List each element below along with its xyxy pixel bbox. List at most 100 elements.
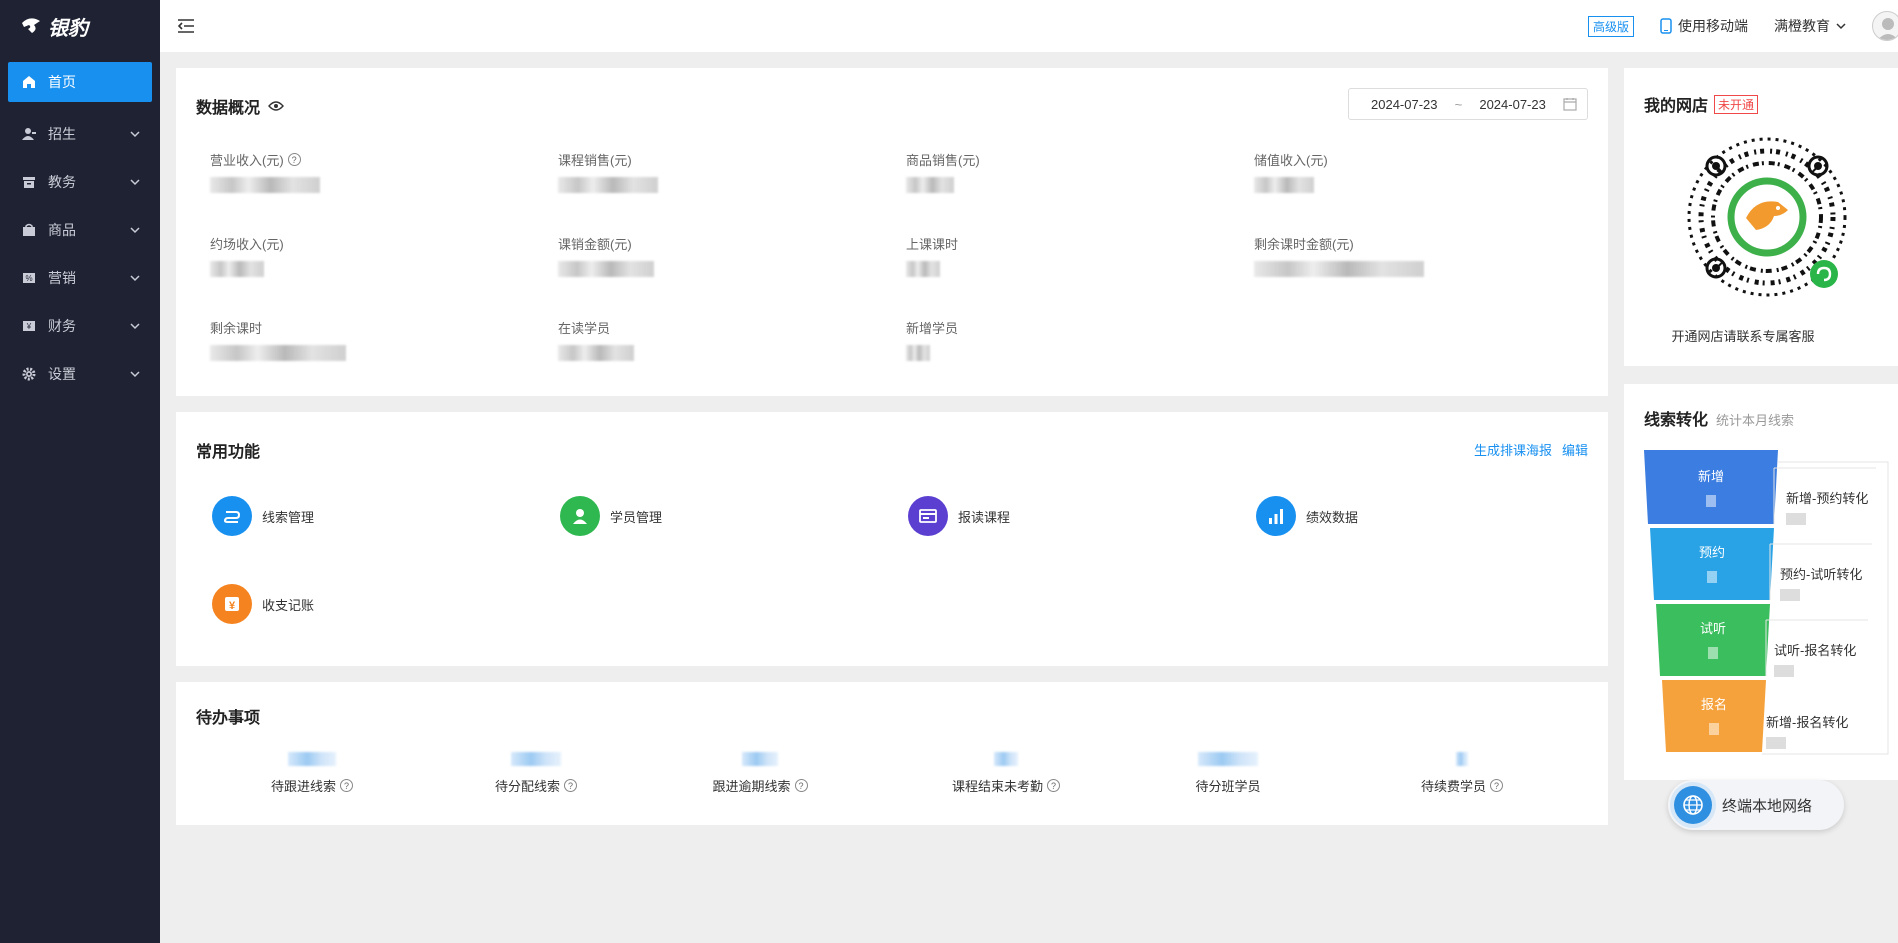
- sidebar-item-settings[interactable]: 设置: [0, 350, 160, 398]
- sidebar-item-label: 设置: [48, 366, 76, 382]
- stat-value: [210, 177, 510, 195]
- todo-count: [446, 752, 626, 772]
- svg-text:¥: ¥: [229, 600, 236, 612]
- todo-title: 待办事项: [196, 710, 261, 727]
- sidebar-item-academic[interactable]: 教务: [0, 158, 160, 206]
- chevron-down-icon: [130, 131, 140, 138]
- stat-value: [906, 345, 1206, 363]
- func-label: 线索管理: [262, 509, 315, 525]
- stat-label: 课销金额(元): [558, 237, 632, 252]
- date-start: 2024-07-23: [1371, 96, 1438, 112]
- ticket-icon: %: [22, 271, 36, 285]
- funnel-stage-enrolled-label: 报名: [1662, 694, 1766, 735]
- conversion-label: 新增-预约转化: [1786, 491, 1869, 506]
- todo-label: 待续费学员: [1420, 779, 1486, 794]
- sidebar-item-finance[interactable]: ¥ 财务: [0, 302, 160, 350]
- shop-status-badge: 未开通: [1714, 94, 1759, 114]
- todo-label: 跟进逾期线索: [712, 779, 791, 794]
- stat-label: 新增学员: [906, 321, 959, 336]
- local-network-button[interactable]: 终端本地网络: [1668, 780, 1844, 830]
- help-icon[interactable]: ?: [564, 779, 577, 792]
- generate-poster-link[interactable]: 生成排课海报: [1474, 440, 1552, 459]
- sidebar-item-label: 财务: [48, 318, 76, 334]
- globe-icon: [1674, 786, 1712, 824]
- stat-label: 剩余课时金额(元): [1254, 237, 1354, 252]
- overview-title: 数据概况: [196, 94, 284, 118]
- finance-icon: ¥: [22, 319, 36, 333]
- help-icon[interactable]: ?: [287, 153, 301, 166]
- func-enroll-course[interactable]: 报读课程: [908, 496, 1010, 536]
- stat-value: [906, 261, 1206, 279]
- sidebar-item-marketing[interactable]: % 营销: [0, 254, 160, 302]
- func-label: 学员管理: [610, 509, 663, 525]
- conversion-label: 新增-报名转化: [1766, 715, 1849, 730]
- chevron-down-icon: [130, 227, 140, 234]
- todo-follow-up-leads[interactable]: 待跟进线索?: [222, 752, 402, 795]
- date-range-picker[interactable]: 2024-07-23 ~ 2024-07-23: [1348, 88, 1588, 120]
- func-performance-data[interactable]: 绩效数据: [1256, 496, 1358, 536]
- help-icon[interactable]: ?: [1047, 779, 1060, 792]
- sidebar-item-home[interactable]: 首页: [8, 62, 152, 102]
- func-income-expense[interactable]: ¥ 收支记账: [212, 584, 314, 624]
- todo-label: 待跟进线索: [270, 779, 336, 794]
- shop-title: 我的网店 未开通: [1644, 92, 1759, 116]
- common-title: 常用功能: [196, 444, 261, 461]
- todo-overdue-leads[interactable]: 跟进逾期线索?: [670, 752, 850, 795]
- stage-label: 新增: [1697, 469, 1724, 484]
- app-logo[interactable]: 银豹: [0, 0, 160, 52]
- help-icon[interactable]: ?: [1490, 779, 1503, 792]
- shop-note: 开通网店请联系专属客服: [1671, 329, 1815, 344]
- eye-icon[interactable]: [268, 100, 284, 112]
- conversion-new-booked: 新增-预约转化: [1786, 488, 1868, 525]
- enroll-icon: [908, 496, 948, 536]
- stat-label: 储值收入(元): [1254, 153, 1328, 168]
- mobile-link-label: 使用移动端: [1678, 18, 1748, 34]
- user-avatar-icon: [1877, 18, 1898, 40]
- todo-unassigned-students[interactable]: 待分班学员: [1138, 752, 1318, 795]
- sidebar-item-enrollment[interactable]: 招生: [0, 110, 160, 158]
- todo-unassigned-leads[interactable]: 待分配线索?: [446, 752, 626, 795]
- yen-icon: ¥: [212, 584, 252, 624]
- org-switcher[interactable]: 满橙教育: [1774, 16, 1846, 36]
- org-name: 满橙教育: [1774, 18, 1830, 34]
- menu-collapse-icon[interactable]: [176, 16, 196, 36]
- help-icon[interactable]: ?: [340, 779, 353, 792]
- stat-active-students: 在读学员: [558, 318, 858, 363]
- student-icon: [560, 496, 600, 536]
- svg-text:¥: ¥: [26, 322, 32, 331]
- todo-unattended-classes[interactable]: 课程结束未考勤?: [916, 752, 1096, 795]
- func-student-management[interactable]: 学员管理: [560, 496, 662, 536]
- sidebar-item-goods[interactable]: 商品: [0, 206, 160, 254]
- home-icon: [22, 75, 36, 89]
- edit-link[interactable]: 编辑: [1562, 440, 1588, 459]
- common-links: 生成排课海报 编辑: [1474, 440, 1588, 459]
- stat-value: [558, 177, 858, 195]
- stat-label: 营业收入(元): [210, 153, 284, 168]
- sidebar-item-label: 商品: [48, 222, 76, 238]
- conversion-label: 试听-报名转化: [1774, 643, 1857, 658]
- sidebar-item-label: 首页: [48, 74, 76, 90]
- todo-label: 待分班学员: [1195, 779, 1261, 794]
- my-shop-card: 我的网店 未开通 开通网店请联系专属客服: [1624, 68, 1898, 366]
- mobile-link[interactable]: 使用移动端: [1660, 16, 1748, 36]
- stat-new-students: 新增学员: [906, 318, 1206, 363]
- chevron-down-icon: [130, 323, 140, 330]
- avatar[interactable]: [1872, 11, 1898, 41]
- sidebar-item-label: 招生: [48, 126, 76, 142]
- stat-value: [1254, 261, 1554, 279]
- todo-count: [916, 752, 1096, 772]
- stat-label: 约场收入(元): [210, 237, 284, 252]
- stat-value: [210, 345, 510, 363]
- todo-label: 待分配线索: [494, 779, 560, 794]
- help-icon[interactable]: ?: [794, 779, 808, 792]
- data-overview-card: 数据概况 2024-07-23 ~ 2024-07-23 营业收入(元)? 课程…: [176, 68, 1608, 396]
- shop-title-text: 我的网店: [1644, 98, 1709, 115]
- bar-chart-icon: [1256, 496, 1296, 536]
- sidebar-nav: 首页 招生 教务 商品 % 营销 ¥ 财务 设置: [0, 62, 160, 398]
- edition-badge: 高级版: [1587, 15, 1634, 37]
- todo-count: [1138, 752, 1318, 772]
- funnel-stage-new-label: 新增: [1644, 466, 1778, 507]
- todo-renewal-students[interactable]: 待续费学员?: [1372, 752, 1552, 795]
- func-lead-management[interactable]: 线索管理: [212, 496, 314, 536]
- logo-icon: [22, 18, 40, 33]
